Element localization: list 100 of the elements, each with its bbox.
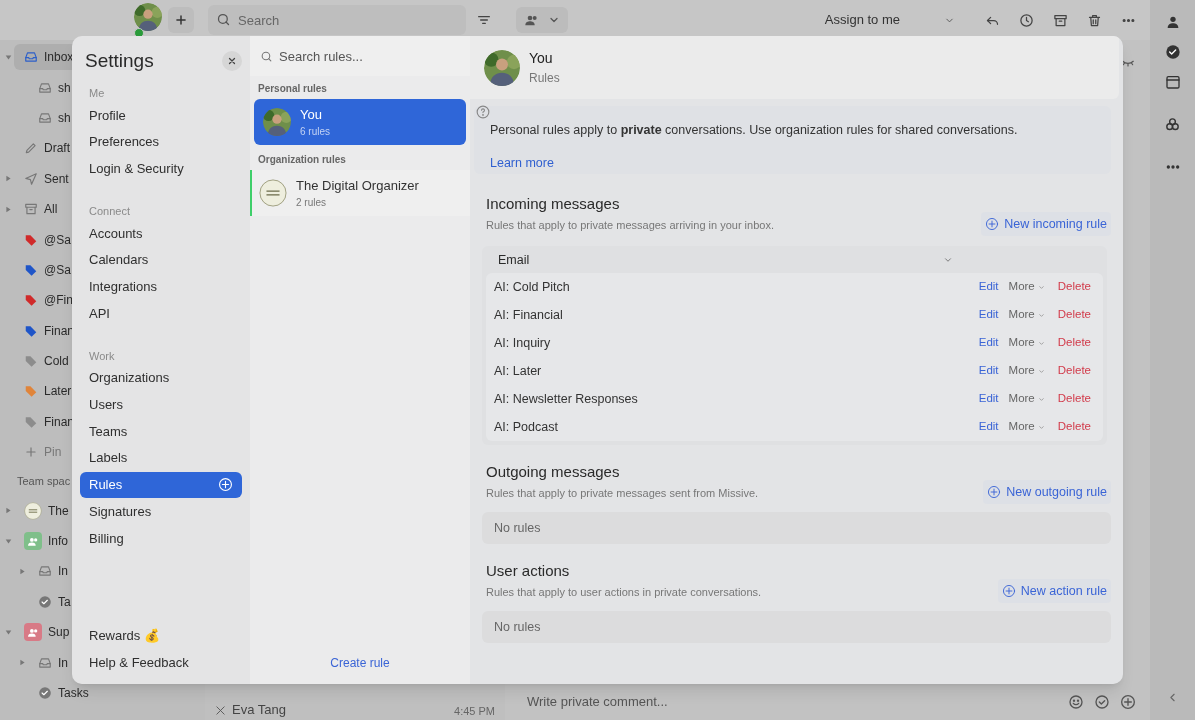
nav-item[interactable]: Preferences	[80, 128, 242, 156]
edit-link[interactable]: Edit	[978, 362, 999, 380]
plus-icon	[24, 445, 38, 460]
nav-item[interactable]: API	[80, 300, 242, 327]
delete-link[interactable]: Delete	[1057, 418, 1091, 436]
more-dropdown[interactable]: More	[1008, 418, 1045, 436]
nav-section-heading: Work	[88, 348, 116, 364]
rule-name: AI: Newsletter Responses	[494, 390, 639, 408]
search-field[interactable]: Search	[208, 5, 466, 35]
nav-item[interactable]: Accounts	[80, 220, 242, 247]
rule-owner-item[interactable]: The Digital Organizer 2 rules	[250, 170, 470, 216]
sidebar-item[interactable]: @Fin	[14, 287, 73, 314]
close-button[interactable]	[222, 51, 242, 71]
check-circle-icon[interactable]	[1094, 694, 1110, 710]
nav-section-heading: Me	[88, 85, 106, 101]
assign-dropdown[interactable]: Assign to me	[824, 10, 955, 30]
plus-circle-icon	[985, 217, 1000, 231]
more-dropdown[interactable]: More	[1008, 390, 1045, 408]
nav-item[interactable]: Help & Feedback	[80, 649, 242, 676]
archive-icon[interactable]	[1053, 12, 1068, 28]
new-rule-button[interactable]: New action rule	[997, 579, 1111, 603]
nav-item[interactable]: Labels	[80, 444, 242, 472]
nav-item[interactable]: Users	[80, 391, 242, 419]
new-rule-button[interactable]: New incoming rule	[981, 212, 1111, 236]
nav-item[interactable]: Signatures	[80, 498, 242, 525]
new-rule-button[interactable]: New outgoing rule	[983, 480, 1111, 504]
rule-owner-item[interactable]: You 6 rules	[254, 99, 466, 145]
sidebar-item[interactable]: sh	[28, 104, 71, 131]
header-name: You	[529, 49, 554, 68]
sidebar-item[interactable]: Info	[14, 528, 68, 555]
section-heading: Team spac	[17, 474, 71, 490]
sidebar-item[interactable]: All	[14, 196, 58, 223]
sidebar-item[interactable]: In	[28, 558, 68, 585]
sidebar-item[interactable]: In	[28, 649, 68, 676]
people-dropdown[interactable]	[516, 7, 568, 33]
caret-icon	[1037, 395, 1045, 403]
group-toggle[interactable]: Email	[486, 247, 1103, 273]
avatar	[134, 2, 162, 31]
knot-icon[interactable]	[1164, 116, 1181, 133]
delete-link[interactable]: Delete	[1057, 278, 1091, 296]
more-dropdown[interactable]: More	[1008, 362, 1045, 380]
nav-item[interactable]: Rewards 💰	[80, 622, 242, 649]
sidebar-item[interactable]: Later	[14, 378, 72, 405]
sidebar-item[interactable]: Sup	[14, 619, 70, 646]
organization-logo	[24, 501, 42, 520]
delete-link[interactable]: Delete	[1057, 390, 1091, 408]
delete-link[interactable]: Delete	[1057, 306, 1091, 324]
more-dropdown[interactable]: More	[1008, 306, 1045, 324]
nav-item[interactable]: Login & Security	[80, 155, 242, 183]
plus-circle-icon[interactable]	[1120, 694, 1136, 710]
avatar	[484, 49, 520, 86]
plus-icon	[174, 13, 188, 27]
sidebar-item[interactable]: Ta	[28, 588, 71, 615]
sidebar-item[interactable]: @Sa	[14, 226, 71, 253]
sidebar-item[interactable]: Draft	[14, 135, 70, 162]
archive-icon	[24, 202, 38, 217]
section-description: Rules that apply to user actions in private conversations.	[486, 584, 762, 600]
sidebar-item[interactable]: Tasks	[28, 680, 89, 706]
check-circle-icon	[38, 594, 52, 609]
learn-more-link[interactable]: Learn more	[490, 153, 554, 173]
nav-section-heading: Connect	[88, 203, 131, 219]
comment-field[interactable]: Write private comment...	[527, 692, 1058, 712]
check-circle-icon[interactable]	[1164, 44, 1181, 60]
empty-state: No rules	[482, 512, 1111, 544]
section-description: Rules that apply to private messages arriving in your inbox.	[486, 217, 774, 233]
edit-link[interactable]: Edit	[978, 390, 999, 408]
edit-link[interactable]: Edit	[978, 334, 999, 352]
group-heading: Organization rules	[257, 152, 347, 167]
calendar-icon[interactable]	[1164, 74, 1181, 90]
rules-search-field[interactable]: Search rules...	[250, 36, 470, 76]
sidebar-item[interactable]: Sent	[14, 165, 69, 192]
sidebar-item[interactable]: sh	[28, 74, 71, 101]
nav-item[interactable]: Profile	[80, 102, 242, 129]
edit-link[interactable]: Edit	[978, 278, 999, 296]
send-icon	[24, 171, 38, 186]
more-dropdown[interactable]: More	[1008, 334, 1045, 352]
add-circle-icon[interactable]	[218, 477, 233, 493]
nav-item[interactable]: Integrations	[80, 273, 242, 301]
edit-link[interactable]: Edit	[978, 418, 999, 436]
nav-item[interactable]: Teams	[80, 418, 242, 445]
sidebar-item[interactable]: @Sa	[14, 256, 71, 283]
edit-link[interactable]: Edit	[978, 306, 999, 324]
sidebar-item[interactable]: Cold	[14, 348, 69, 375]
caret-icon	[1037, 311, 1045, 319]
nav-item[interactable]: Rules	[80, 471, 242, 499]
smiley-icon[interactable]	[1068, 694, 1084, 710]
trash-icon[interactable]	[1087, 12, 1102, 28]
create-rule-link[interactable]: Create rule	[330, 654, 390, 672]
new-button[interactable]	[168, 7, 194, 33]
delete-link[interactable]: Delete	[1057, 334, 1091, 352]
nav-item[interactable]: Billing	[80, 524, 242, 552]
nav-item[interactable]: Calendars	[80, 246, 242, 274]
section-description: Rules that apply to private messages sent from Missive.	[486, 485, 759, 501]
sidebar-item[interactable]: The	[14, 497, 69, 524]
clock-icon[interactable]	[1019, 12, 1034, 28]
nav-item[interactable]: Organizations	[80, 364, 242, 392]
help-icon	[476, 105, 490, 119]
more-dropdown[interactable]: More	[1008, 278, 1045, 296]
delete-link[interactable]: Delete	[1057, 362, 1091, 380]
caret-icon	[1037, 339, 1045, 347]
